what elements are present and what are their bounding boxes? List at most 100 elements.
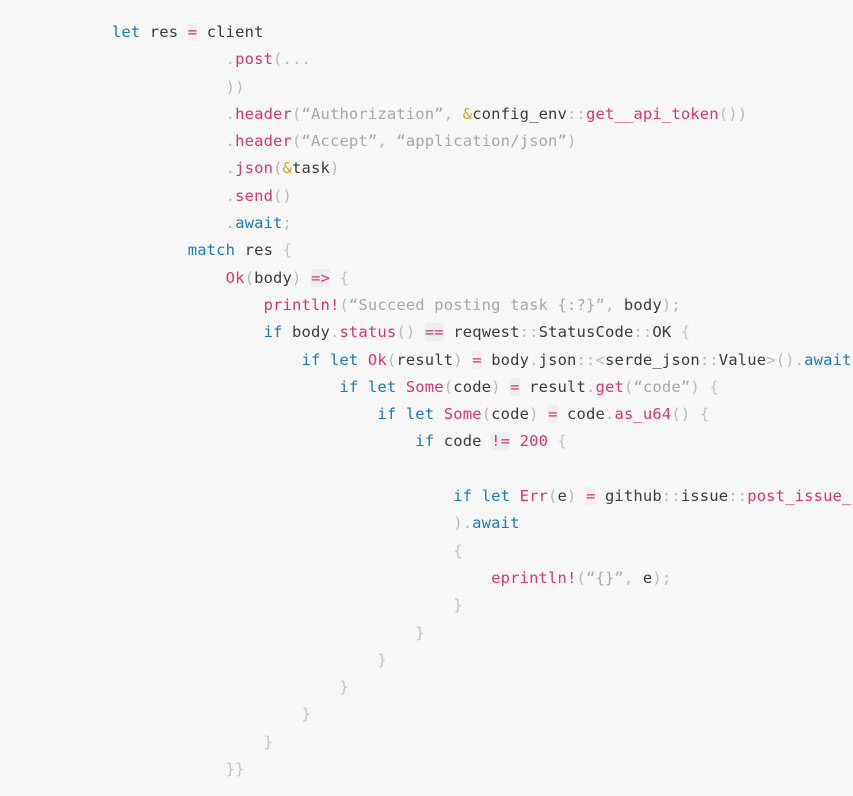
code-line[interactable]: if let Ok(result) = body.json::<serde_js…: [36, 347, 853, 374]
code-token-kw: if: [377, 405, 397, 424]
code-token-str: “Accept”: [301, 132, 378, 151]
code-line[interactable]: match res {: [36, 237, 853, 264]
code-token-punc: ): [567, 487, 577, 506]
code-line[interactable]: )): [36, 74, 853, 101]
code-token-op: =: [187, 23, 198, 41]
code-token-punc: .: [225, 50, 236, 69]
code-token-punc: .: [225, 159, 236, 178]
code-line[interactable]: Ok(body) => {: [36, 265, 853, 292]
code-token-punc: ::: [699, 350, 719, 369]
code-token-kw: await: [472, 514, 520, 533]
code-token-brace: {: [557, 432, 568, 451]
code-editor-viewport[interactable]: let res = client .post(... )) .header(“A…: [0, 0, 853, 791]
code-line[interactable]: .header(“Accept”, “application/json”): [36, 128, 853, 155]
code-token-punc: ): [529, 405, 539, 424]
code-token-punc: ,: [377, 132, 397, 151]
code-token-ident: StatusCode: [538, 323, 634, 342]
code-token-punc: .: [225, 186, 236, 205]
code-token-kw: await: [235, 214, 283, 233]
code-token-ident: body: [254, 268, 293, 287]
code-line[interactable]: .header(“Authorization”, &config_env::ge…: [36, 101, 853, 128]
code-token-ident: serde_json: [605, 350, 700, 369]
code-token-punc: ::: [728, 487, 748, 506]
code-line[interactable]: .send(): [36, 183, 853, 210]
code-line[interactable]: if let Some(code) = code.as_u64() {: [36, 401, 853, 428]
code-token-kw: if: [263, 323, 283, 342]
code-token-punc: ::: [633, 323, 653, 342]
code-token-punc: .: [225, 104, 236, 123]
code-token-type: eprintln!: [491, 568, 577, 587]
code-token-punc: ): [567, 132, 577, 151]
code-line[interactable]: if let Err(e) = github::issue::post_issu…: [36, 483, 853, 510]
code-token-punc: )): [225, 77, 245, 96]
code-line[interactable]: [36, 456, 853, 483]
code-token-punc: (: [339, 295, 349, 314]
code-line[interactable]: .post(...: [36, 46, 853, 73]
code-token-brace: }: [339, 678, 349, 697]
code-token-type: Some: [405, 377, 444, 396]
code-line[interactable]: let res = client: [36, 19, 853, 46]
code-token-op: ==: [424, 323, 444, 342]
code-token-type: Ok: [367, 350, 387, 369]
code-line[interactable]: }: [36, 701, 853, 728]
code-token-kw: if: [339, 377, 359, 396]
code-token-punc: );: [652, 568, 672, 587]
code-block[interactable]: let res = client .post(... )) .header(“A…: [36, 19, 853, 783]
code-line[interactable]: println!(“Succeed posting task {:?}”, bo…: [36, 292, 853, 319]
code-token-punc: (: [273, 159, 283, 178]
code-line[interactable]: }: [36, 647, 853, 674]
code-token-punc: (: [548, 487, 558, 506]
code-line[interactable]: {: [36, 538, 853, 565]
code-line[interactable]: }: [36, 592, 853, 619]
code-token-punc: ): [453, 350, 463, 369]
code-line[interactable]: }: [36, 729, 853, 756]
code-line[interactable]: if body.status() == reqwest::StatusCode:…: [36, 319, 853, 346]
code-token-kw: let: [481, 487, 511, 506]
code-token-brace: {: [709, 377, 719, 396]
code-token-kw: await: [804, 350, 852, 369]
code-token-type: get__api_token: [586, 104, 719, 123]
code-token-punc: .: [462, 514, 473, 533]
code-line[interactable]: eprintln!(“{}”, e);: [36, 565, 853, 592]
code-token-punc: (): [671, 405, 691, 424]
code-token-punc: ::: [567, 104, 586, 123]
code-token-ident: res: [244, 241, 274, 260]
code-token-punc: (: [244, 268, 255, 287]
code-token-ident: code: [491, 405, 530, 424]
code-token-punc: (: [386, 350, 397, 369]
code-token-punc: .: [225, 214, 236, 233]
code-line[interactable]: }}: [36, 756, 853, 783]
code-token-punc: ::: [661, 487, 681, 506]
code-token-ident: client: [206, 23, 264, 41]
code-line[interactable]: .await;: [36, 210, 853, 237]
code-line[interactable]: ).await: [36, 510, 853, 537]
code-token-punc: (: [292, 104, 302, 123]
code-line[interactable]: }: [36, 674, 853, 701]
code-line[interactable]: }: [36, 620, 853, 647]
code-line[interactable]: if code != 200 {: [36, 428, 853, 455]
code-line[interactable]: .json(&task): [36, 155, 853, 182]
code-token-punc: >(): [766, 350, 795, 369]
code-token-ident: code: [567, 405, 605, 424]
code-token-punc: ): [329, 159, 340, 178]
code-line[interactable]: if let Some(code) = result.get(“code”) {: [36, 374, 853, 401]
code-token-str: “Succeed posting task {:?}”: [348, 295, 605, 314]
